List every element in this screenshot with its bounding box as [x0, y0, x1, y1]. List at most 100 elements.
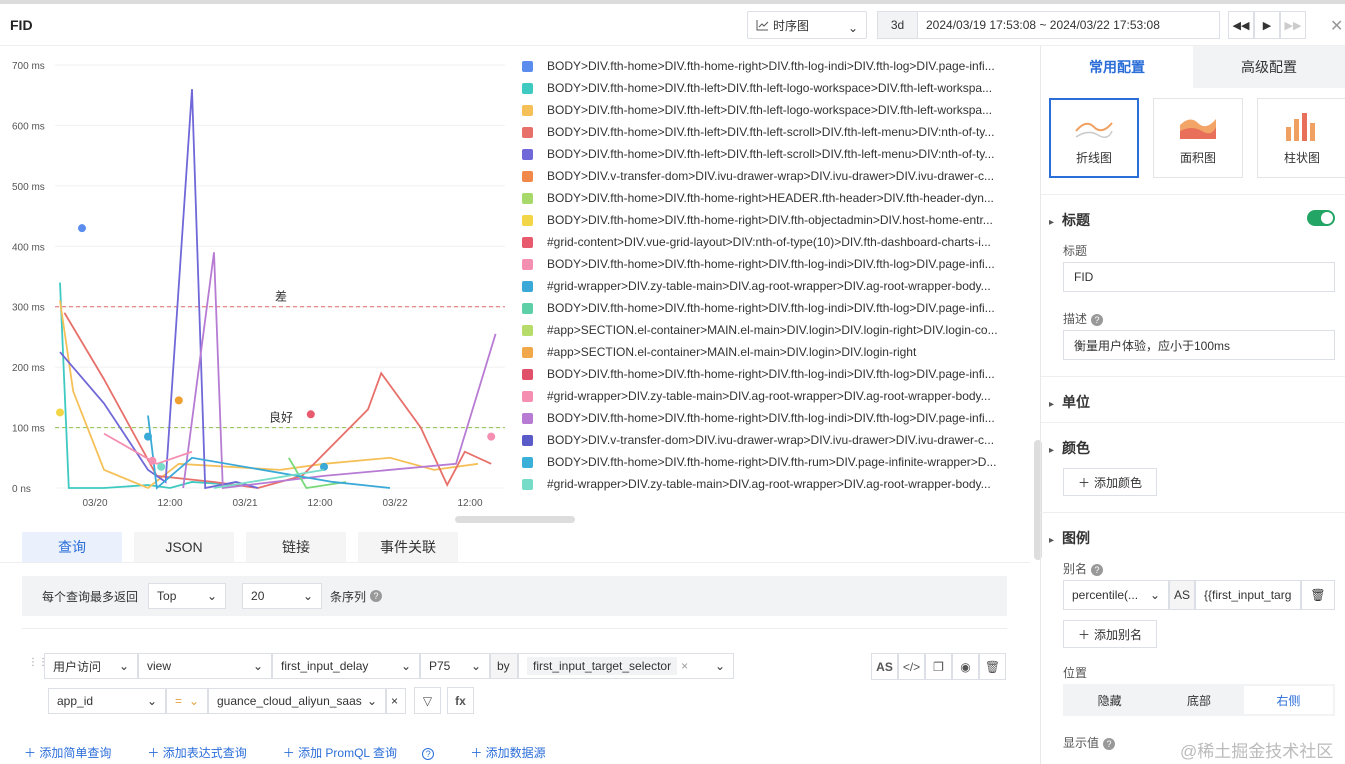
as-button[interactable]: AS — [871, 653, 898, 680]
help-icon[interactable]: ? — [370, 590, 383, 602]
legend-item[interactable]: BODY>DIV.fth-home>DIV.fth-left>DIV.fth-l… — [518, 143, 1018, 165]
line-chart-option[interactable]: 折线图 — [1049, 98, 1139, 178]
tab-advanced-config[interactable]: 高级配置 — [1193, 46, 1345, 88]
legend-item[interactable]: BODY>DIV.fth-home>DIV.fth-home-right>HEA… — [518, 187, 1018, 209]
legend-label: BODY>DIV.fth-home>DIV.fth-home-right>DIV… — [547, 257, 995, 271]
display-value-label: 显示值? — [1063, 734, 1116, 751]
limit-label: 每个查询最多返回 — [42, 589, 139, 604]
play-icon[interactable]: ▶ — [1254, 11, 1280, 39]
chart-legend: BODY>DIV.fth-home>DIV.fth-home-right>DIV… — [518, 55, 1018, 495]
legend-item[interactable]: #grid-wrapper>DIV.zy-table-main>DIV.ag-r… — [518, 473, 1018, 495]
data-point — [487, 432, 496, 441]
time-range-picker[interactable]: 3d 2024/03/19 17:53:08 ~ 2024/03/22 17:5… — [877, 11, 1220, 39]
add-expression-query[interactable]: ＋ 添加表达式查询 — [147, 744, 264, 761]
add-alias-button[interactable]: ＋ 添加别名 — [1063, 620, 1158, 648]
legend-item[interactable]: BODY>DIV.fth-home>DIV.fth-home-right>DIV… — [518, 209, 1018, 231]
by-label: by — [490, 653, 518, 679]
horizontal-scrollbar[interactable] — [455, 516, 575, 523]
chevron-down-icon: ⌄ — [188, 693, 199, 708]
unit-section[interactable]: 单位 — [1049, 392, 1090, 412]
close-icon[interactable]: ✕ — [1330, 16, 1343, 36]
legend-item[interactable]: BODY>DIV.fth-home>DIV.fth-home-right>DIV… — [518, 55, 1018, 77]
legend-item[interactable]: BODY>DIV.fth-home>DIV.fth-left>DIV.fth-l… — [518, 121, 1018, 143]
tab-event[interactable]: 事件关联 — [358, 532, 458, 562]
legend-item[interactable]: BODY>DIV.fth-home>DIV.fth-home-right>DIV… — [518, 253, 1018, 275]
tab-common-config[interactable]: 常用配置 — [1041, 46, 1193, 88]
tab-link[interactable]: 链接 — [246, 532, 346, 562]
help-icon[interactable]: ? — [1103, 737, 1116, 750]
config-panel: 常用配置 高级配置 折线图 面积图 柱状图 标题 标题 FID 描述? 衡量用户… — [1040, 46, 1345, 764]
legend-item[interactable]: BODY>DIV.v-transfer-dom>DIV.ivu-drawer-w… — [518, 165, 1018, 187]
group-by-select[interactable]: first_input_target_selector × ⌄ — [518, 653, 734, 679]
filter-icon[interactable]: ▽ — [414, 687, 441, 714]
position-bottom[interactable]: 底部 — [1154, 686, 1243, 714]
alias-as-label: AS — [1169, 580, 1195, 610]
tab-query[interactable]: 查询 — [22, 532, 122, 562]
time-range-text[interactable]: 2024/03/19 17:53:08 ~ 2024/03/22 17:53:0… — [918, 18, 1160, 32]
legend-section[interactable]: 图例 — [1049, 528, 1090, 548]
forward-icon[interactable]: ▶▶ — [1280, 11, 1306, 39]
legend-item[interactable]: BODY>DIV.fth-home>DIV.fth-home-right>DIV… — [518, 363, 1018, 385]
eye-icon[interactable]: ◉ — [952, 653, 979, 680]
source-select[interactable]: 用户访问 ⌄ — [44, 653, 138, 679]
legend-item[interactable]: BODY>DIV.v-transfer-dom>DIV.ivu-drawer-w… — [518, 429, 1018, 451]
legend-item[interactable]: #grid-wrapper>DIV.zy-table-main>DIV.ag-r… — [518, 275, 1018, 297]
alias-input[interactable]: {{first_input_targ — [1195, 580, 1301, 610]
chevron-down-icon: ⌄ — [400, 659, 411, 673]
legend-item[interactable]: BODY>DIV.fth-home>DIV.fth-home-right>DIV… — [518, 297, 1018, 319]
add-color-button[interactable]: ＋ 添加颜色 — [1063, 468, 1158, 496]
agg-select[interactable]: P75 ⌄ — [420, 653, 490, 679]
limit-count-select[interactable]: 20 ⌄ — [242, 583, 323, 609]
legend-item[interactable]: BODY>DIV.fth-home>DIV.fth-left>DIV.fth-l… — [518, 77, 1018, 99]
close-icon[interactable]: × — [681, 659, 688, 673]
filter-key-select[interactable]: app_id ⌄ — [48, 687, 166, 714]
fx-button[interactable]: fx — [447, 687, 474, 714]
add-datasource[interactable]: ＋ 添加数据源 — [470, 744, 563, 761]
x-tick-label: 03/22 — [382, 498, 407, 509]
trash-icon[interactable]: 🗑 — [979, 653, 1006, 680]
index-select[interactable]: view ⌄ — [138, 653, 272, 679]
help-icon[interactable]: ? — [1091, 563, 1104, 576]
filter-op-select[interactable]: = ⌄ — [166, 687, 208, 714]
code-icon[interactable]: </> — [898, 653, 925, 680]
color-section[interactable]: 颜色 — [1049, 438, 1090, 458]
copy-icon[interactable]: ❐ — [925, 653, 952, 680]
chart-type-label: 时序图 — [773, 18, 810, 33]
title-toggle[interactable] — [1307, 210, 1335, 226]
title-input[interactable]: FID — [1063, 262, 1335, 292]
tab-json[interactable]: JSON — [134, 532, 234, 562]
chart-type-select[interactable]: 时序图 ⌄ — [747, 11, 867, 39]
legend-swatch — [522, 346, 533, 358]
legend-item[interactable]: BODY>DIV.fth-home>DIV.fth-home-right>DIV… — [518, 407, 1018, 429]
bar-chart-option[interactable]: 柱状图 — [1257, 98, 1345, 178]
chevron-down-icon: ⌄ — [1149, 588, 1160, 602]
title-section[interactable]: 标题 — [1049, 210, 1090, 230]
desc-input[interactable]: 衡量用户体验，应小于100ms — [1063, 330, 1335, 360]
add-promql-query[interactable]: ＋ 添加 PromQL 查询 ? — [283, 744, 453, 761]
area-chart-option[interactable]: 面积图 — [1153, 98, 1243, 178]
position-hidden[interactable]: 隐藏 — [1065, 686, 1154, 714]
y-tick-label: 600 ms — [12, 121, 45, 132]
alias-field-select[interactable]: percentile(... ⌄ — [1063, 580, 1169, 610]
legend-item[interactable]: BODY>DIV.fth-home>DIV.fth-left>DIV.fth-l… — [518, 99, 1018, 121]
legend-item[interactable]: #app>SECTION.el-container>MAIN.el-main>D… — [518, 341, 1018, 363]
legend-item[interactable]: #grid-wrapper>DIV.zy-table-main>DIV.ag-r… — [518, 385, 1018, 407]
help-icon[interactable]: ? — [422, 747, 435, 760]
rewind-icon[interactable]: ◀◀ — [1228, 11, 1254, 39]
trash-icon[interactable]: 🗑 — [1301, 580, 1335, 610]
legend-item[interactable]: BODY>DIV.fth-home>DIV.fth-home-right>DIV… — [518, 451, 1018, 473]
field-select[interactable]: first_input_delay ⌄ — [272, 653, 420, 679]
add-simple-query[interactable]: ＋ 添加简单查询 — [24, 744, 129, 761]
remove-filter-icon[interactable]: × — [386, 687, 406, 714]
help-icon[interactable]: ? — [1091, 313, 1104, 326]
filter-value-select[interactable]: guance_cloud_aliyun_saas ⌄ — [208, 687, 386, 714]
legend-swatch — [522, 390, 533, 402]
legend-item[interactable]: #grid-content>DIV.vue-grid-layout>DIV:nt… — [518, 231, 1018, 253]
limit-mode-select[interactable]: Top ⌄ — [148, 583, 227, 609]
legend-label: BODY>DIV.fth-home>DIV.fth-home-right>DIV… — [547, 455, 997, 469]
chevron-down-icon: ⌄ — [302, 589, 314, 603]
legend-swatch — [522, 478, 533, 490]
position-right[interactable]: 右侧 — [1243, 686, 1333, 714]
quick-range-button[interactable]: 3d — [878, 12, 918, 38]
legend-item[interactable]: #app>SECTION.el-container>MAIN.el-main>D… — [518, 319, 1018, 341]
